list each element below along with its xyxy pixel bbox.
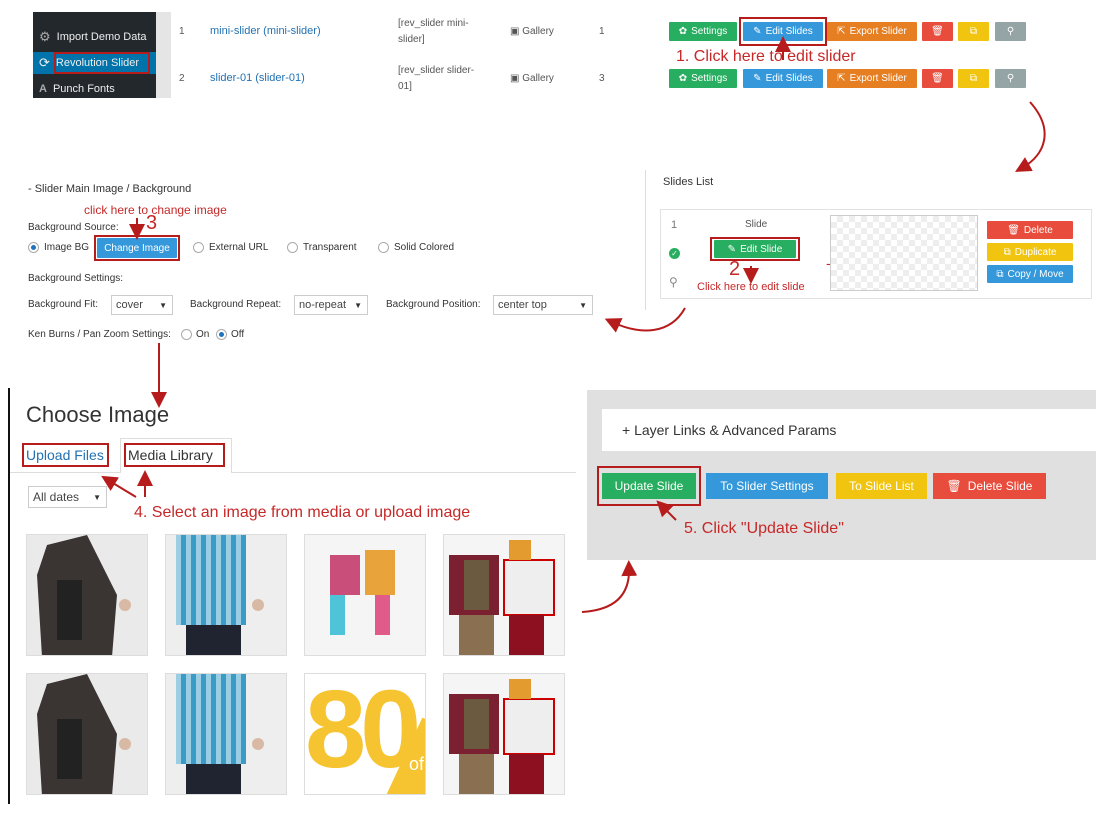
arrow-curve-top-right xyxy=(1015,101,1046,172)
arrow-step-4-upload xyxy=(101,475,137,498)
annotation-arrows xyxy=(101,36,1046,613)
arrow-step-5 xyxy=(656,500,677,521)
arrow-curve-middle xyxy=(604,307,686,333)
arrow-curve-bottom xyxy=(581,560,638,613)
